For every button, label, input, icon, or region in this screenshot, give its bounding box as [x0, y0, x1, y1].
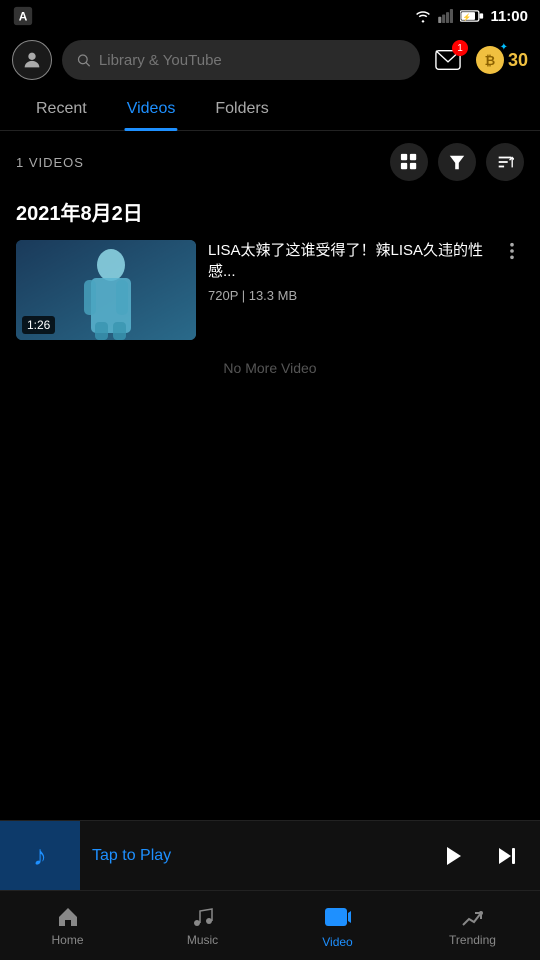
- video-count: 1 VIDEOS: [16, 155, 84, 170]
- skip-next-button[interactable]: [488, 838, 524, 874]
- play-icon: [442, 844, 466, 868]
- toolbar-icons: [390, 143, 524, 181]
- video-info: LISA太辣了这谁受得了！辣LISA久违的性感... 720P | 13.3 M…: [208, 240, 488, 303]
- status-bar: A ⚡ 11:00: [0, 0, 540, 32]
- avatar-button[interactable]: [12, 40, 52, 80]
- no-more-text: No More Video: [16, 360, 524, 376]
- video-thumbnail[interactable]: 1:26: [16, 240, 196, 340]
- sort-icon: [496, 153, 514, 171]
- coin-icon: ₿: [476, 46, 504, 74]
- video-menu-button[interactable]: [500, 240, 524, 260]
- battery-icon: ⚡: [460, 9, 484, 23]
- nav-music-label: Music: [187, 933, 218, 947]
- mail-button[interactable]: 1: [430, 42, 466, 78]
- coins-count: 30: [508, 50, 528, 71]
- tab-videos[interactable]: Videos: [107, 88, 196, 130]
- nav-trending[interactable]: Trending: [405, 891, 540, 960]
- nav-trending-label: Trending: [449, 933, 496, 947]
- header: 1 ₿ 30: [0, 32, 540, 88]
- sort-button[interactable]: [486, 143, 524, 181]
- grid-icon: [400, 153, 418, 171]
- mini-player[interactable]: ♪ Tap to Play: [0, 820, 540, 890]
- nav-video[interactable]: Video: [270, 891, 405, 960]
- filter-button[interactable]: [438, 143, 476, 181]
- status-right: ⚡ 11:00: [414, 8, 528, 25]
- mini-player-controls: [436, 838, 540, 874]
- music-icon: [191, 905, 215, 929]
- search-bar[interactable]: [62, 40, 420, 80]
- skip-next-icon: [494, 844, 518, 868]
- nav-video-label: Video: [322, 935, 352, 949]
- svg-text:A: A: [19, 10, 28, 24]
- duration-badge: 1:26: [22, 316, 55, 334]
- grid-view-button[interactable]: [390, 143, 428, 181]
- tab-recent[interactable]: Recent: [16, 88, 107, 130]
- signal-icon: [438, 9, 454, 23]
- user-icon: [21, 49, 43, 71]
- mini-player-info: Tap to Play: [80, 847, 436, 865]
- header-icons: 1 ₿ 30: [430, 42, 528, 78]
- video-icon: [324, 903, 352, 931]
- nav-home-label: Home: [51, 933, 83, 947]
- svg-text:⚡: ⚡: [463, 12, 472, 21]
- date-header: 2021年8月2日: [16, 197, 524, 226]
- status-left: A: [12, 5, 34, 27]
- bottom-nav: Home Music Video Trending: [0, 890, 540, 960]
- tabs-bar: Recent Videos Folders: [0, 88, 540, 131]
- wifi-icon: [414, 9, 432, 23]
- search-icon: [76, 52, 91, 68]
- video-count-row: 1 VIDEOS: [16, 143, 524, 181]
- more-options-icon: [510, 242, 514, 260]
- music-note-icon: ♪: [33, 840, 47, 872]
- content-area: 1 VIDEOS: [0, 131, 540, 388]
- clock: 11:00: [490, 8, 528, 25]
- tab-folders[interactable]: Folders: [195, 88, 288, 130]
- home-icon: [56, 905, 80, 929]
- nav-home[interactable]: Home: [0, 891, 135, 960]
- play-button[interactable]: [436, 838, 472, 874]
- coins-button[interactable]: ₿ 30: [476, 46, 528, 74]
- tap-to-play-label[interactable]: Tap to Play: [92, 847, 171, 864]
- video-item: 1:26 LISA太辣了这谁受得了！辣LISA久违的性感... 720P | 1…: [16, 240, 524, 340]
- search-input[interactable]: [99, 52, 406, 69]
- app-icon: A: [12, 5, 34, 27]
- video-meta: 720P | 13.3 MB: [208, 288, 488, 303]
- trending-icon: [461, 905, 485, 929]
- nav-music[interactable]: Music: [135, 891, 270, 960]
- video-title: LISA太辣了这谁受得了！辣LISA久违的性感...: [208, 240, 488, 282]
- mini-player-artwork: ♪: [0, 821, 80, 891]
- mail-badge: 1: [452, 40, 468, 56]
- filter-icon: [448, 153, 466, 171]
